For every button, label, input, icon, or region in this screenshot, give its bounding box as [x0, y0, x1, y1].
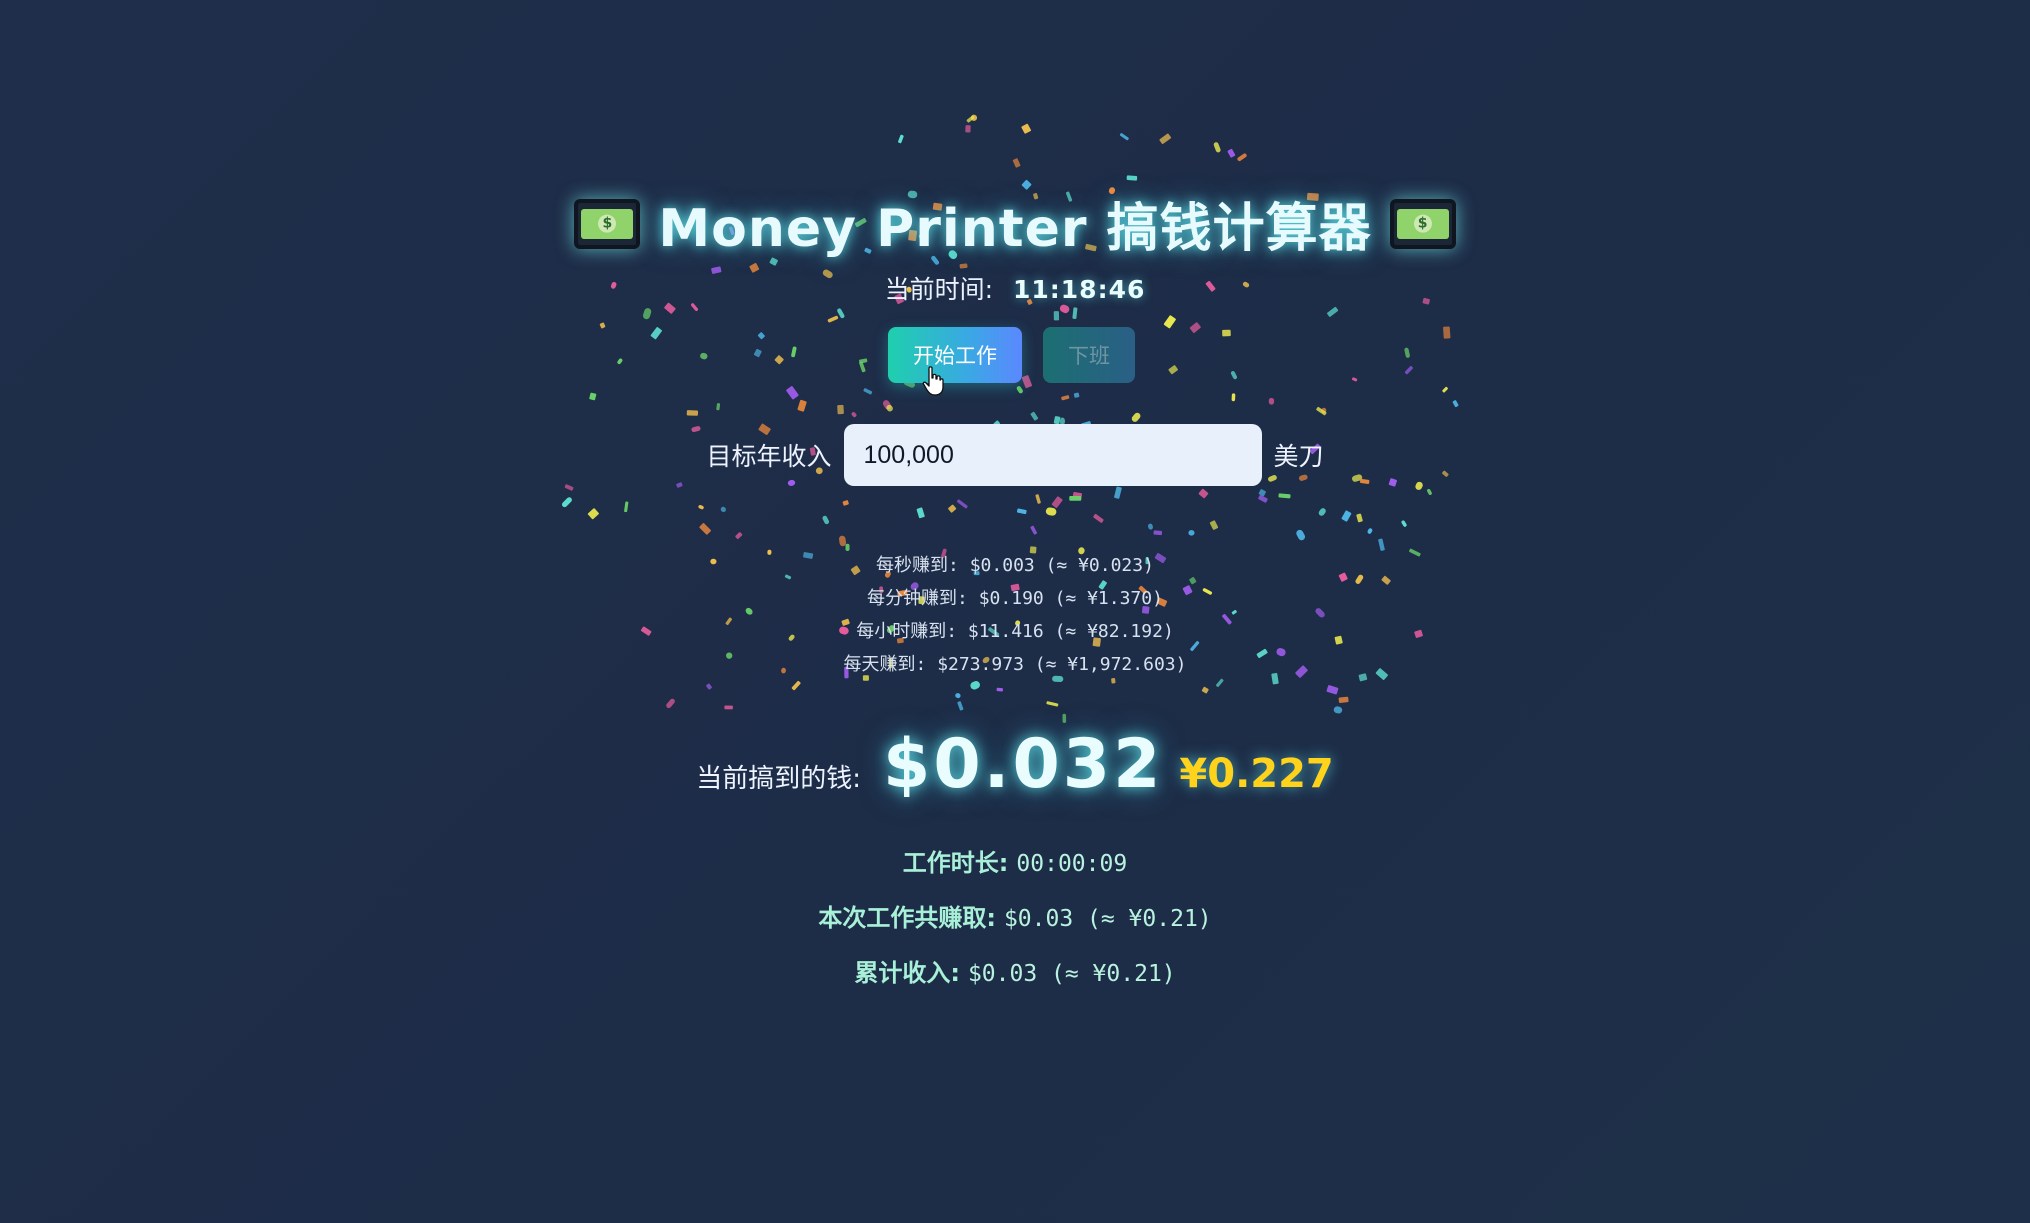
off-work-button[interactable]: 下班 [1043, 327, 1135, 383]
earning-rates: 每秒赚到: $0.003 (≈ ¥0.023) 每分钟赚到: $0.190 (≈… [0, 549, 2030, 681]
current-time-label: 当前时间: [884, 275, 994, 304]
work-duration: 工作时长: 00:00:09 [0, 843, 2030, 878]
session-earnings-value: $0.03 (≈ ¥0.21) [1003, 906, 1212, 932]
total-income-value: $0.03 (≈ ¥0.21) [967, 961, 1176, 987]
annual-income-label: 目标年收入 [706, 442, 832, 471]
current-earnings-cny: ¥0.227 [1179, 751, 1334, 797]
rate-per-minute: 每分钟赚到: $0.190 (≈ ¥1.370) [867, 588, 1163, 609]
hand-cursor-icon [922, 366, 944, 396]
money-bill-icon [574, 198, 641, 249]
rate-per-hour: 每小时赚到: $11.416 (≈ ¥82.192) [856, 621, 1174, 642]
total-income-label: 累计收入: [854, 959, 960, 987]
work-duration-value: 00:00:09 [1016, 851, 1128, 877]
rate-per-second: 每秒赚到: $0.003 (≈ ¥0.023) [876, 555, 1154, 576]
work-duration-label: 工作时长: [902, 849, 1009, 877]
money-bill-icon [1389, 198, 1456, 249]
money-printer-app: Money Printer 搞钱计算器 当前时间: 11:18:46 开始工作 … [0, 0, 2030, 1223]
annual-income-input[interactable] [843, 424, 1262, 486]
session-earnings-label: 本次工作共赚取: [818, 904, 996, 932]
annual-income-row: 目标年收入 美刀 [0, 424, 2030, 486]
currency-unit-label: 美刀 [1273, 442, 1324, 471]
current-earnings: 当前搞到的钱: $0.032 ¥0.227 [0, 725, 2030, 804]
start-work-button[interactable]: 开始工作 [888, 327, 1022, 383]
session-earnings: 本次工作共赚取: $0.03 (≈ ¥0.21) [0, 898, 2030, 933]
current-earnings-usd: $0.032 [883, 725, 1164, 804]
page-title: Money Printer 搞钱计算器 [658, 199, 1372, 259]
current-time: 当前时间: 11:18:46 [0, 270, 2030, 306]
page-header: Money Printer 搞钱计算器 [0, 186, 2030, 266]
current-earnings-label: 当前搞到的钱: [696, 764, 861, 794]
rate-per-day: 每天赚到: $273.973 (≈ ¥1,972.603) [843, 654, 1187, 675]
current-time-value: 11:18:46 [1013, 275, 1146, 304]
total-income: 累计收入: $0.03 (≈ ¥0.21) [0, 953, 2030, 988]
